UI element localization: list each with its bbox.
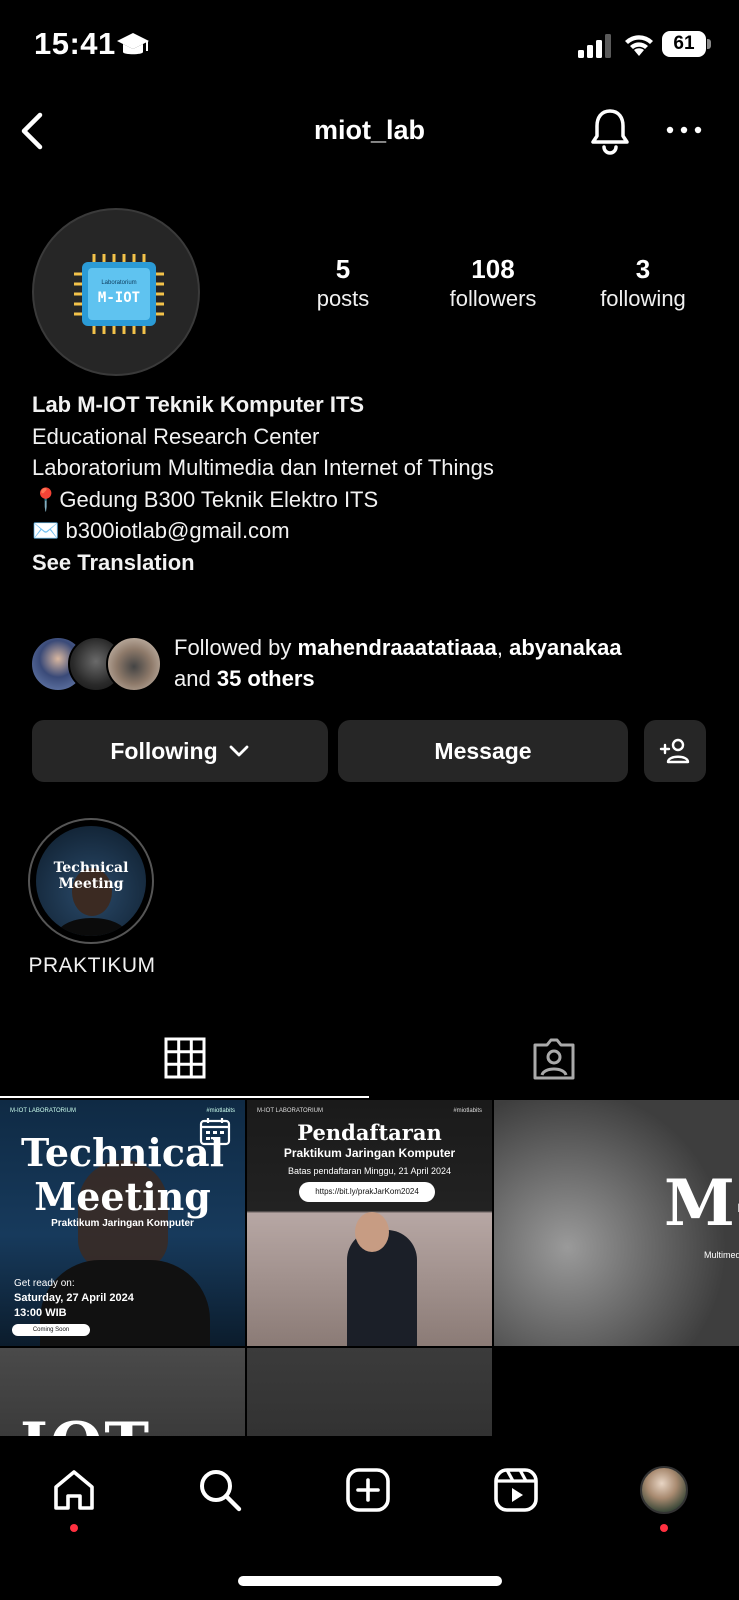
suggested-users-button[interactable] xyxy=(644,720,706,782)
home-icon xyxy=(54,1470,94,1510)
following-label: following xyxy=(600,286,686,311)
stat-followers[interactable]: 108 followers xyxy=(418,254,568,324)
avatar-lab-text: Laboratorium xyxy=(101,280,136,286)
posts-count: 5 xyxy=(335,254,351,284)
mutual-others-count[interactable]: 35 others xyxy=(217,666,315,691)
battery-cap xyxy=(707,39,711,49)
profile-bio: Lab M-IOT Teknik Komputer ITS Educationa… xyxy=(32,389,722,578)
notification-bell-icon[interactable] xyxy=(588,105,632,155)
profile-notification-dot xyxy=(660,1524,668,1532)
grid-icon xyxy=(164,1037,205,1079)
post-brand: M-IOT LABORATORIUM xyxy=(257,1108,324,1114)
followed-by-text: Followed by mahendraaatatiaaa, abyanakaa… xyxy=(174,632,734,694)
post-subtitle: Praktikum Jaringan Komputer xyxy=(283,1146,456,1160)
nav-create[interactable] xyxy=(340,1462,396,1518)
mutual-avatar-3 xyxy=(106,636,162,692)
post-hashtag: #miotlabits xyxy=(206,1108,235,1114)
create-post-icon xyxy=(346,1468,390,1512)
bio-line-lab: Laboratorium Multimedia dan Internet of … xyxy=(32,455,494,480)
battery-indicator: 61 xyxy=(662,31,712,57)
chevron-down-icon xyxy=(229,745,249,757)
highlight-thumbnail: Technical Meeting xyxy=(36,826,146,936)
profile-header: miot_lab xyxy=(0,95,739,165)
posts-label: posts xyxy=(316,286,370,311)
followers-label: followers xyxy=(449,286,537,311)
search-icon xyxy=(200,1470,242,1512)
post-title-line2: Meeting xyxy=(34,1174,211,1219)
profile-stats: 5 posts 108 followers 3 following xyxy=(268,254,718,324)
reels-icon xyxy=(494,1468,538,1512)
following-count: 3 xyxy=(635,254,651,284)
followed-by-prefix: Followed by xyxy=(174,635,298,660)
cellular-signal-icon xyxy=(578,34,611,58)
bio-category: Educational Research Center xyxy=(32,423,320,449)
highlight-ring: Technical Meeting xyxy=(28,818,154,944)
see-translation-link[interactable]: See Translation xyxy=(32,547,722,579)
nav-home[interactable] xyxy=(46,1462,102,1518)
home-indicator xyxy=(238,1576,502,1586)
post-hashtag: #miotlabits xyxy=(453,1108,482,1114)
post-title: IOT LAB xyxy=(20,1410,245,1436)
calendar-icon xyxy=(199,1118,231,1146)
nav-reels[interactable] xyxy=(488,1462,544,1518)
own-profile-avatar xyxy=(640,1466,688,1514)
message-button[interactable]: Message xyxy=(338,720,628,782)
post-pendaftaran[interactable]: M-IOT LABORATORIUM #miotlabits Pendaftar… xyxy=(247,1100,492,1346)
nav-profile[interactable] xyxy=(636,1462,692,1518)
highlight-cover-art: Technical Meeting xyxy=(54,860,129,936)
tab-tagged[interactable] xyxy=(369,1020,738,1098)
post-brand: M-IOT LABORATORIUM xyxy=(10,1108,77,1114)
followed-by-section[interactable]: Followed by mahendraaatatiaaa, abyanakaa… xyxy=(30,632,730,694)
post-iot-lab[interactable]: IOT LAB xyxy=(0,1348,245,1436)
avatar-miot-text: M-IOT xyxy=(98,290,140,306)
profile-avatar[interactable]: Laboratorium M-IOT xyxy=(32,208,200,376)
wifi-icon xyxy=(625,35,653,56)
chip-logo-icon: Laboratorium M-IOT xyxy=(74,254,164,334)
highlight-label: PRAKTIKUM xyxy=(28,954,156,977)
post-technical-meeting[interactable]: M-IOT LABORATORIUM #miotlabits Technical… xyxy=(0,1100,245,1346)
highlight-cover-title-1: Technical xyxy=(54,860,129,876)
more-options-icon[interactable] xyxy=(664,115,704,145)
mutual-user-2[interactable]: abyanakaa xyxy=(509,635,622,660)
post-subtitle: Multimed xyxy=(704,1250,739,1260)
post-title: Pendaftaran xyxy=(297,1120,442,1145)
followed-by-and: and xyxy=(174,666,217,691)
status-bar: 15:41 61 xyxy=(0,0,739,90)
stat-following[interactable]: 3 following xyxy=(568,254,718,324)
post-date-intro: Get ready on: xyxy=(14,1278,75,1289)
post-link-pill: https://bit.ly/prakJarKom2024 xyxy=(299,1182,435,1202)
graduation-cap-icon xyxy=(117,33,149,55)
mutual-avatars xyxy=(30,636,162,692)
post-subtitle: Praktikum Jaringan Komputer xyxy=(51,1218,194,1229)
post-time: 13:00 WIB xyxy=(14,1307,67,1319)
stat-posts[interactable]: 5 posts xyxy=(268,254,418,324)
followed-by-separator: , xyxy=(496,635,510,660)
post-title: M- xyxy=(664,1166,739,1241)
posts-grid: M-IOT LABORATORIUM #miotlabits Technical… xyxy=(0,1100,739,1436)
profile-actions: Following Message xyxy=(32,720,708,782)
bio-display-name: Lab M-IOT Teknik Komputer ITS xyxy=(32,392,365,417)
mutual-user-1[interactable]: mahendraaatatiaaa xyxy=(298,635,497,660)
message-button-label: Message xyxy=(434,737,532,764)
add-user-icon xyxy=(659,738,690,764)
followers-count: 108 xyxy=(471,254,515,284)
home-notification-dot xyxy=(70,1524,78,1532)
tab-posts-grid[interactable] xyxy=(0,1020,369,1098)
post-person-head xyxy=(355,1212,389,1252)
post-deadline: Batas pendaftaran Minggu, 21 April 2024 xyxy=(287,1166,452,1176)
status-time: 15:41 xyxy=(34,26,116,61)
bio-line-email[interactable]: ✉️ b300iotlab@gmail.com xyxy=(32,515,722,547)
bio-line-location: 📍Gedung B300 Teknik Elektro ITS xyxy=(32,486,379,512)
tagged-user-icon xyxy=(533,1038,574,1080)
nav-search[interactable] xyxy=(192,1462,248,1518)
profile-content-tabs xyxy=(0,1020,739,1098)
following-button-label: Following xyxy=(110,737,218,764)
post-coming-soon-pill: Coming Soon xyxy=(12,1324,90,1336)
following-button[interactable]: Following xyxy=(32,720,328,782)
post-date: Saturday, 27 April 2024 xyxy=(14,1292,134,1304)
post-multimedia[interactable]: M- Multimed xyxy=(494,1100,739,1346)
highlight-cover-title-2: Meeting xyxy=(58,876,123,892)
post-dark[interactable] xyxy=(247,1348,492,1436)
battery-level: 61 xyxy=(662,31,706,57)
